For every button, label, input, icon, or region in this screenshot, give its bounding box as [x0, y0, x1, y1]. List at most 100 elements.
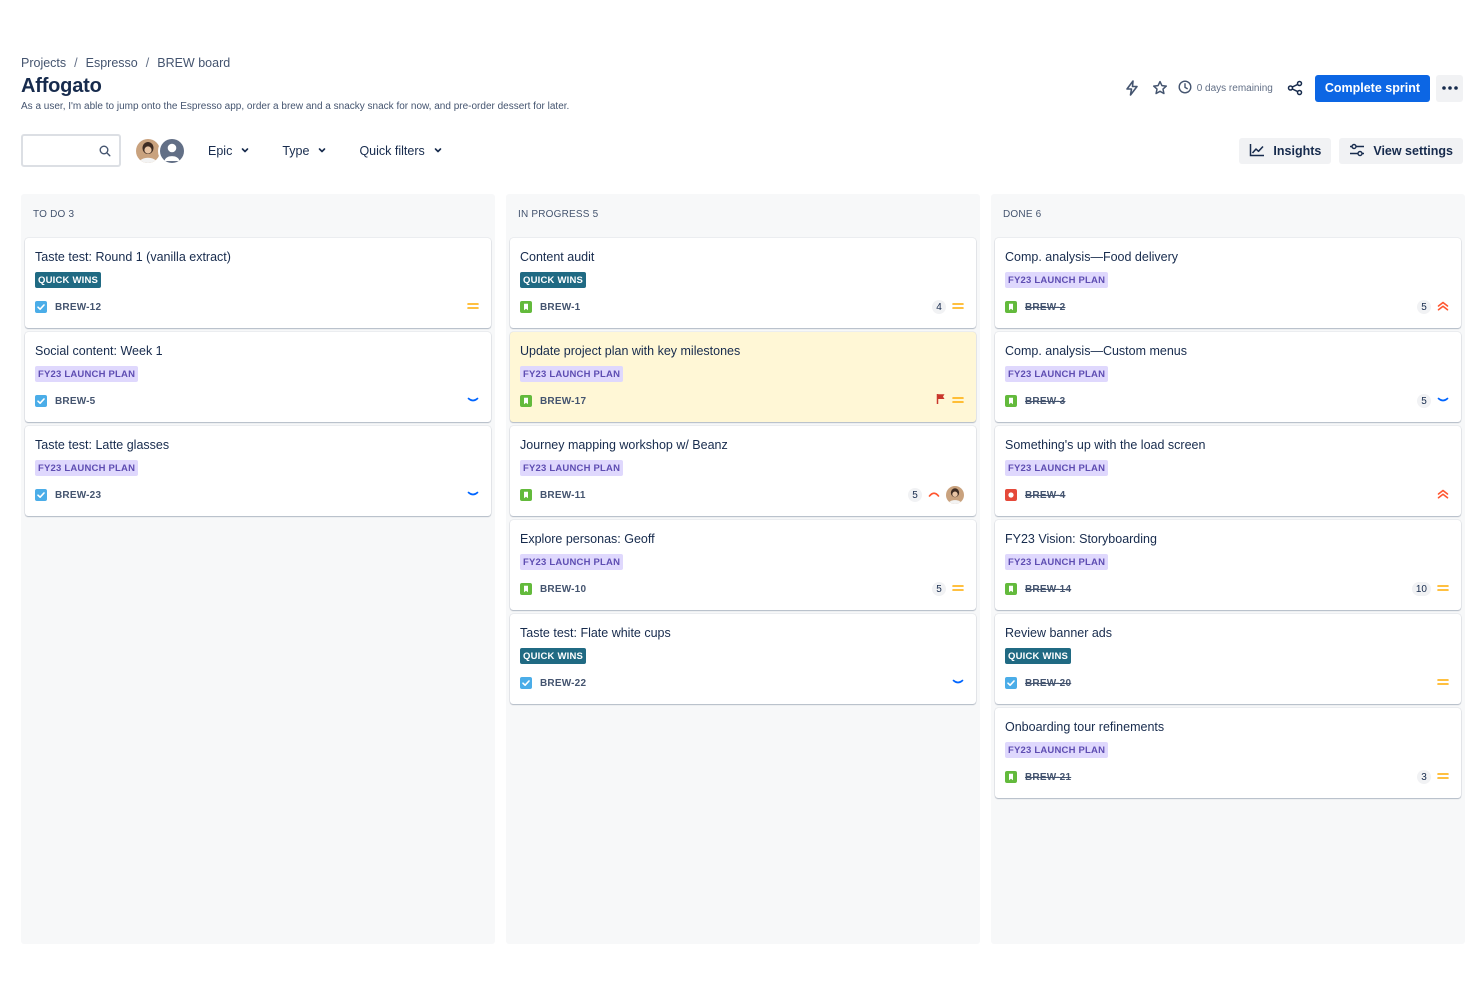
card-meta: 5 [908, 486, 964, 504]
breadcrumb-brew-board[interactable]: BREW board [157, 56, 230, 70]
issue-card[interactable]: Explore personas: Geoff FY23 LAUNCH PLAN… [510, 520, 976, 610]
issue-card[interactable]: Comp. analysis—Custom menus FY23 LAUNCH … [995, 332, 1461, 422]
task-type-icon [1005, 677, 1017, 689]
card-footer: BREW-14 10 [1005, 582, 1449, 596]
epic-filter[interactable]: Epic [208, 144, 250, 158]
issue-key[interactable]: BREW-1 [540, 302, 580, 313]
avatar[interactable] [158, 136, 186, 165]
priority-medium-icon [952, 298, 964, 316]
issue-summary: FY23 Vision: Storyboarding [1005, 532, 1157, 546]
issue-key[interactable]: BREW-11 [540, 490, 586, 501]
breadcrumb-projects[interactable]: Projects [21, 56, 66, 70]
epic-lozenge: QUICK WINS [1005, 648, 1072, 664]
story-points-badge: 5 [1417, 394, 1431, 408]
chart-icon [1249, 143, 1265, 160]
issue-key[interactable]: BREW-2 [1025, 302, 1065, 313]
issue-card[interactable]: Content audit QUICK WINS BREW-1 4 [510, 238, 976, 328]
story-points-badge: 10 [1411, 582, 1431, 596]
complete-sprint-button[interactable]: Complete sprint [1314, 74, 1430, 102]
story-type-icon [520, 301, 532, 313]
epic-lozenge: QUICK WINS [520, 272, 587, 288]
board-column: DONE 6 Comp. analysis—Food delivery FY23… [991, 194, 1465, 944]
issue-key[interactable]: BREW-12 [55, 302, 101, 313]
issue-summary: Onboarding tour refinements [1005, 720, 1165, 734]
story-type-icon [520, 489, 532, 501]
story-points-badge: 5 [1417, 300, 1431, 314]
card-footer: BREW-3 5 [1005, 394, 1449, 408]
star-icon[interactable] [1146, 74, 1174, 102]
issue-card[interactable]: Comp. analysis—Food delivery FY23 LAUNCH… [995, 238, 1461, 328]
issue-card[interactable]: Onboarding tour refinements FY23 LAUNCH … [995, 708, 1461, 798]
story-type-icon [1005, 395, 1017, 407]
quick-filters[interactable]: Quick filters [359, 144, 442, 158]
issue-summary: Taste test: Flate white cups [520, 626, 671, 640]
issue-card[interactable]: Taste test: Latte glasses FY23 LAUNCH PL… [25, 426, 491, 516]
story-type-icon [1005, 583, 1017, 595]
card-footer: BREW-22 [520, 676, 964, 690]
issue-card[interactable]: Taste test: Round 1 (vanilla extract) QU… [25, 238, 491, 328]
issue-key[interactable]: BREW-23 [55, 490, 101, 501]
epic-lozenge: FY23 LAUNCH PLAN [35, 460, 139, 476]
type-filter-label: Type [282, 143, 310, 158]
column-header: TO DO 3 [33, 209, 75, 220]
issue-card[interactable]: Journey mapping workshop w/ Beanz FY23 L… [510, 426, 976, 516]
search-input[interactable] [29, 136, 99, 164]
epic-lozenge: FY23 LAUNCH PLAN [520, 366, 624, 382]
issue-summary: Taste test: Latte glasses [35, 438, 170, 452]
issue-card[interactable]: Update project plan with key milestones … [510, 332, 976, 422]
issue-key[interactable]: BREW-21 [1025, 772, 1071, 783]
more-icon[interactable] [1436, 74, 1463, 102]
chevron-down-icon [317, 144, 327, 158]
board-toolbar: Epic Type Quick filters [21, 134, 443, 167]
card-footer: BREW-4 [1005, 488, 1449, 502]
issue-key[interactable]: BREW-14 [1025, 584, 1071, 595]
issue-card[interactable]: Taste test: Flate white cups QUICK WINS … [510, 614, 976, 704]
issue-card[interactable]: FY23 Vision: Storyboarding FY23 LAUNCH P… [995, 520, 1461, 610]
epic-filter-label: Epic [208, 143, 233, 158]
card-meta: 10 [1411, 580, 1449, 598]
epic-lozenge: FY23 LAUNCH PLAN [1005, 366, 1109, 382]
story-points-badge: 3 [1417, 770, 1431, 784]
issue-key[interactable]: BREW-4 [1025, 490, 1065, 501]
issue-summary: Comp. analysis—Custom menus [1005, 344, 1188, 358]
search-icon [99, 144, 111, 162]
issue-key[interactable]: BREW-17 [540, 396, 586, 407]
card-meta [952, 674, 964, 692]
page-title: Affogato [21, 75, 102, 97]
type-filter[interactable]: Type [282, 144, 327, 158]
issue-summary: Something's up with the load screen [1005, 438, 1206, 452]
issue-key[interactable]: BREW-22 [540, 678, 586, 689]
kanban-board: TO DO 3 Taste test: Round 1 (vanilla ext… [21, 194, 1465, 944]
epic-lozenge: QUICK WINS [520, 648, 587, 664]
story-points-badge: 4 [932, 300, 946, 314]
view-settings-label: View settings [1373, 144, 1453, 158]
card-meta: 5 [1417, 392, 1449, 410]
issue-key[interactable]: BREW-10 [540, 584, 586, 595]
card-footer: BREW-20 [1005, 676, 1449, 690]
insights-button[interactable]: Insights [1239, 138, 1332, 164]
issue-card[interactable]: Review banner ads QUICK WINS BREW-20 [995, 614, 1461, 704]
share-icon[interactable] [1281, 74, 1309, 102]
view-settings-button[interactable]: View settings [1339, 138, 1463, 164]
priority-high-icon [928, 486, 940, 504]
task-type-icon [35, 301, 47, 313]
priority-highest-icon [1437, 298, 1449, 316]
issue-card[interactable]: Social content: Week 1 FY23 LAUNCH PLAN … [25, 332, 491, 422]
priority-low-icon [1437, 392, 1449, 410]
issue-key[interactable]: BREW-5 [55, 396, 95, 407]
avatar[interactable] [946, 486, 964, 504]
priority-medium-icon [1437, 768, 1449, 786]
card-footer: BREW-5 [35, 394, 479, 408]
epic-lozenge: FY23 LAUNCH PLAN [1005, 554, 1109, 570]
chevron-down-icon [240, 144, 250, 158]
settings-sliders-icon [1349, 143, 1365, 160]
issue-key[interactable]: BREW-20 [1025, 678, 1071, 689]
breadcrumb-espresso[interactable]: Espresso [86, 56, 138, 70]
issue-key[interactable]: BREW-3 [1025, 396, 1065, 407]
priority-medium-icon [1437, 580, 1449, 598]
story-points-badge: 5 [908, 488, 922, 502]
issue-card[interactable]: Something's up with the load screen FY23… [995, 426, 1461, 516]
breadcrumb-separator: / [145, 56, 150, 70]
epic-lozenge: FY23 LAUNCH PLAN [35, 366, 139, 382]
lightning-icon[interactable] [1118, 74, 1146, 102]
